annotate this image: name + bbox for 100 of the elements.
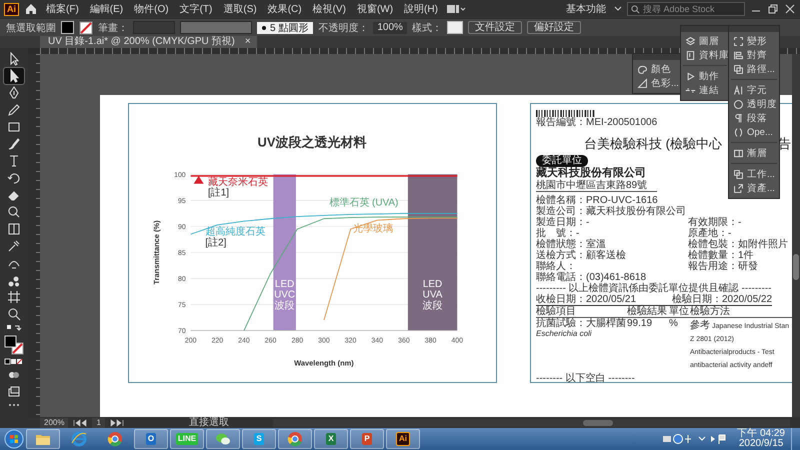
taskbar-app-button[interactable] bbox=[26, 429, 60, 449]
panel-button[interactable]: 變形 bbox=[729, 34, 779, 48]
export-icon bbox=[733, 182, 744, 194]
report-field: 批 號：- bbox=[536, 228, 688, 239]
restore-icon[interactable] bbox=[767, 3, 779, 15]
report-field: 製造日期：- bbox=[536, 217, 688, 228]
menu-item[interactable]: 編輯(E) bbox=[86, 2, 126, 16]
menu-item[interactable]: 選取(S) bbox=[220, 2, 260, 16]
palette-icon bbox=[637, 64, 648, 74]
app-logo: Ai bbox=[4, 2, 19, 16]
panel-button[interactable]: 段落 bbox=[729, 111, 779, 125]
panel-button[interactable]: 對齊 bbox=[729, 48, 779, 62]
settings-button[interactable]: 偏好設定 bbox=[526, 21, 581, 34]
panel-button[interactable]: 動作 bbox=[681, 69, 729, 83]
layout-icon[interactable] bbox=[446, 3, 466, 15]
opacity-field[interactable]: 100% bbox=[373, 22, 407, 34]
report-field: 檢體名稱：PRO-UVC-1616 bbox=[536, 195, 688, 206]
report-field: 檢體狀態：室溫 bbox=[536, 239, 688, 250]
globe-icon bbox=[71, 431, 87, 447]
selection-status: 無選取範圍 bbox=[6, 22, 56, 34]
caret-icon[interactable] bbox=[614, 5, 622, 13]
report-field: 報告用途：研發 bbox=[688, 261, 758, 272]
report-end-note: -------- 以下空白 -------- bbox=[536, 373, 635, 384]
menu-item[interactable]: 檔案(F) bbox=[43, 2, 82, 16]
report-field: 檢驗日期：2020/05/22 bbox=[672, 294, 772, 305]
menu-item[interactable]: 物件(O) bbox=[131, 2, 172, 16]
band-label: LED UVA 波段 bbox=[422, 278, 444, 312]
fill-swatch[interactable] bbox=[61, 21, 74, 34]
menu-item[interactable]: 文字(T) bbox=[176, 2, 216, 16]
table-cell-text: % bbox=[669, 318, 679, 331]
client-address: 桃園市中壢區吉東路89號 bbox=[536, 180, 658, 192]
browser-logo-icon bbox=[107, 431, 123, 447]
style-swatch[interactable] bbox=[446, 21, 463, 34]
report-field: 聯絡電話：(03)461-8618 bbox=[536, 272, 688, 283]
client-badge: 委託單位 bbox=[536, 155, 588, 167]
artboards-icon bbox=[733, 168, 744, 180]
panel-button[interactable]: 資產... bbox=[729, 181, 779, 195]
document-tab[interactable]: UV 目錄-1.ai* @ 200% (CMYK/GPU 預視) × bbox=[40, 36, 257, 48]
panel-button[interactable]: 顏色 bbox=[633, 62, 681, 76]
panel-button[interactable]: 字元 bbox=[729, 83, 779, 97]
settings-button[interactable]: 文件設定 bbox=[468, 21, 522, 34]
layers-icon bbox=[685, 36, 696, 46]
previous-page-icon[interactable] bbox=[72, 418, 88, 426]
report-number: 報告編號：MEI-200501006 bbox=[536, 117, 658, 128]
menu-item[interactable]: 視窗(W) bbox=[354, 2, 396, 16]
table-cell: 抗菌試驗：大腸桿菌 bbox=[536, 318, 626, 329]
next-page-icon[interactable] bbox=[108, 418, 125, 426]
home-icon[interactable] bbox=[24, 2, 38, 16]
browser-logo-icon bbox=[287, 431, 303, 447]
menu-item[interactable]: 說明(H) bbox=[401, 2, 441, 16]
table-cell-text: 99.19 bbox=[627, 318, 654, 331]
close-icon[interactable] bbox=[784, 3, 796, 15]
character-icon bbox=[733, 84, 744, 96]
taskbar-app-button[interactable]: Ai bbox=[386, 429, 420, 449]
column-header: 檢驗結果 bbox=[627, 306, 668, 317]
opacity-label: 不透明度： bbox=[318, 22, 368, 34]
triangle-icon bbox=[637, 78, 648, 88]
panel-button[interactable]: 連結 bbox=[681, 83, 729, 97]
transform-icon bbox=[733, 36, 744, 46]
brush-dropdown[interactable]: 5 點圓形 bbox=[257, 22, 314, 34]
variable-width-field[interactable] bbox=[180, 21, 252, 34]
page-field[interactable]: 1 bbox=[92, 418, 105, 428]
panel-button[interactable]: 路徑... bbox=[729, 62, 779, 76]
report-field: 檢體數量：1件 bbox=[688, 250, 754, 261]
start-icon[interactable] bbox=[4, 429, 24, 449]
chat-bubbles-icon bbox=[215, 431, 231, 447]
report-title: 台美檢驗科技 (檢驗中心 bbox=[584, 136, 722, 151]
menu-item[interactable]: 檢視(V) bbox=[310, 2, 349, 16]
vertical-scrollbar[interactable] bbox=[792, 54, 800, 417]
horizontal-scrollbar[interactable] bbox=[272, 418, 790, 426]
panel-button[interactable]: 色彩... bbox=[633, 76, 681, 90]
stroke-none-swatch[interactable] bbox=[79, 20, 93, 34]
brackets-icon bbox=[733, 126, 744, 138]
panel-button[interactable]: 透明度 bbox=[729, 97, 779, 111]
barcode bbox=[536, 110, 596, 117]
column-header: 單位 bbox=[669, 306, 690, 317]
series-label: 標準石英 (UVA) bbox=[329, 198, 398, 209]
taskbar-app-button[interactable]: P bbox=[350, 429, 384, 449]
table-cell: Escherichia coli bbox=[536, 329, 592, 338]
report-field: 原產地：- bbox=[688, 228, 732, 239]
clock-date: 2020/9/15 bbox=[738, 439, 784, 449]
style-label: 樣式： bbox=[412, 22, 442, 34]
search-field[interactable]: 搜尋 Adobe Stock bbox=[627, 2, 745, 16]
gradient-icon bbox=[733, 148, 744, 158]
series-label: 超高純度石英 bbox=[205, 226, 266, 238]
note-label: [註1] bbox=[208, 188, 230, 199]
stroke-weight-field[interactable] bbox=[133, 21, 175, 34]
taskbar-app-button[interactable] bbox=[206, 429, 240, 449]
taskbar-app-button[interactable] bbox=[278, 429, 312, 449]
workspace-switcher[interactable]: 基本功能 bbox=[563, 2, 609, 16]
taskbar-app-button[interactable]: O bbox=[134, 429, 168, 449]
taskbar-app-button[interactable]: X bbox=[314, 429, 348, 449]
panel-button[interactable]: 漸層 bbox=[729, 146, 779, 160]
menu-item[interactable]: 效果(C) bbox=[264, 2, 305, 16]
zoom-field[interactable]: 200% bbox=[40, 418, 68, 428]
panel-button[interactable]: 工作... bbox=[729, 167, 779, 181]
panel-button[interactable]: 圖層 bbox=[681, 34, 729, 48]
search-icon bbox=[631, 4, 640, 14]
panel-button[interactable]: 資料庫 bbox=[681, 48, 729, 62]
panel-button[interactable]: Ope... bbox=[729, 125, 779, 139]
